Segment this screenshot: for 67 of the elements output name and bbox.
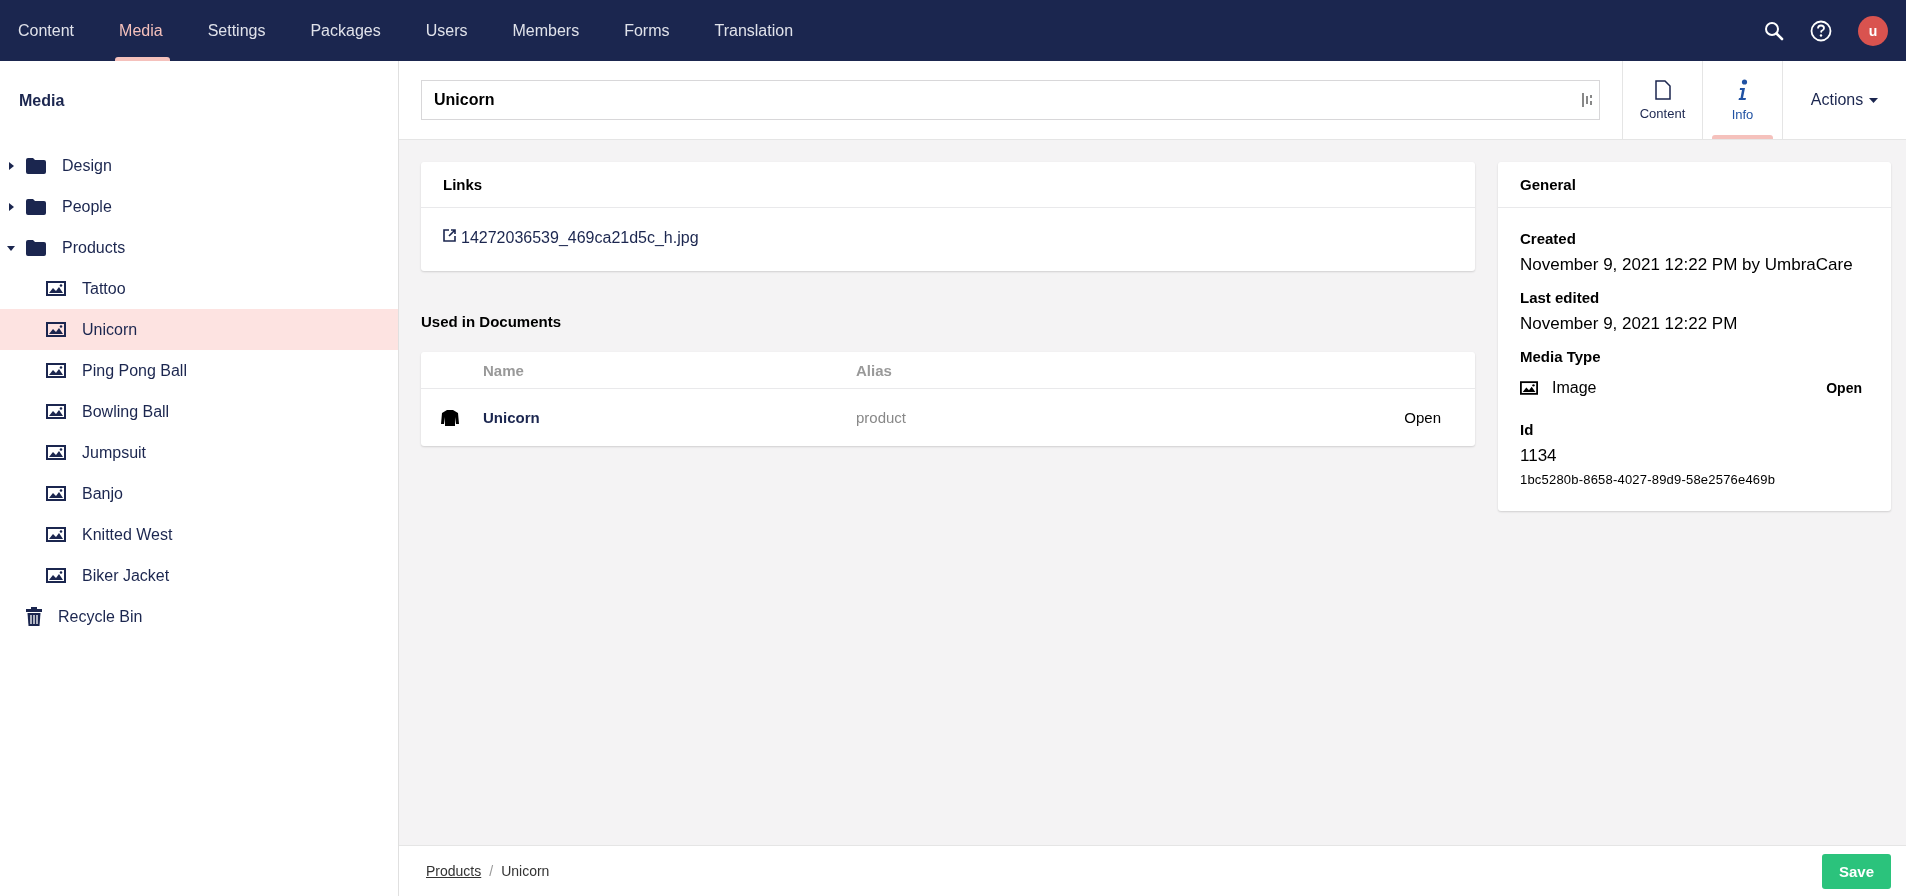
card-title: Links (421, 162, 1475, 208)
section-tab[interactable]: Members (494, 0, 605, 61)
field-label: Created (1520, 230, 1577, 247)
section-tab[interactable]: Translation (696, 0, 819, 61)
image-icon (46, 404, 66, 419)
caret-icon[interactable] (6, 160, 16, 171)
image-icon (46, 322, 66, 337)
column-header: Alias (856, 361, 893, 379)
info-icon (1737, 78, 1748, 101)
tree-item[interactable]: Products (0, 227, 398, 268)
table-cell-text: product (856, 409, 908, 426)
column-header: Name (483, 361, 525, 379)
tree-item[interactable]: Design (0, 145, 398, 186)
image-icon (46, 281, 66, 296)
folder-icon (26, 239, 46, 256)
breadcrumb-current: Unicorn (501, 863, 550, 879)
tree-item[interactable]: People (0, 186, 398, 227)
image-icon (46, 527, 66, 542)
field-value: Image (1552, 379, 1597, 397)
caret-icon[interactable] (6, 201, 16, 212)
section-tab[interactable]: Content (0, 0, 100, 61)
file-link[interactable]: 14272036539_469ca21d5c_h.jpg (443, 229, 699, 247)
tree-item[interactable]: Recycle Bin (0, 596, 398, 637)
external-link-icon (443, 229, 456, 242)
image-icon (46, 568, 66, 583)
caret-icon (1869, 97, 1879, 103)
field-value: November 9, 2021 12:22 PM by UmbraCare (1520, 255, 1854, 275)
tree-item[interactable]: Biker Jacket (0, 555, 398, 596)
shirt-icon (441, 409, 459, 426)
trash-icon (26, 607, 42, 626)
section-title: Used in Documents (421, 312, 563, 332)
open-link[interactable]: Open (1826, 380, 1862, 396)
field-label: Media Type (1520, 348, 1602, 365)
image-icon (46, 445, 66, 460)
document-icon (1654, 79, 1671, 100)
open-link[interactable]: Open (1404, 408, 1441, 426)
image-icon (46, 486, 66, 501)
tree-item[interactable]: Jumpsuit (0, 432, 398, 473)
name-field[interactable]: Unicorn (421, 80, 1600, 120)
document-link[interactable]: Unicorn (483, 408, 540, 426)
tree-item[interactable]: Bowling Ball (0, 391, 398, 432)
tree-item[interactable]: Unicorn (0, 309, 398, 350)
card-title: General (1498, 162, 1891, 208)
section-tab[interactable]: Settings (189, 0, 291, 61)
field-value: 1134 (1520, 446, 1558, 466)
section-tab[interactable]: Forms (606, 0, 695, 61)
image-icon (1520, 381, 1538, 395)
user-avatar[interactable]: u (1858, 15, 1888, 46)
tree-item[interactable]: Knitted West (0, 514, 398, 555)
field-value: November 9, 2021 12:22 PM (1520, 314, 1739, 334)
breadcrumb-separator: / (489, 863, 494, 879)
folder-icon (26, 198, 46, 215)
field-label: Last edited (1520, 289, 1601, 306)
section-tab[interactable]: Media (101, 0, 188, 61)
tree-item[interactable]: Tattoo (0, 268, 398, 309)
search-icon[interactable] (1764, 20, 1784, 41)
image-icon (46, 363, 66, 378)
breadcrumb-link[interactable]: Products (426, 863, 482, 879)
section-tab[interactable]: Users (407, 0, 493, 61)
folder-icon (26, 157, 46, 174)
help-icon[interactable] (1810, 19, 1832, 42)
tree-item[interactable]: Banjo (0, 473, 398, 514)
tree-item[interactable]: Ping Pong Ball (0, 350, 398, 391)
sidebar-title: Media (18, 90, 66, 111)
field-label: Id (1520, 421, 1535, 438)
key-value: 1bc5280b-8658-4027-89d9-58e2576e469b (1520, 472, 1777, 487)
section-tab[interactable]: Packages (292, 0, 406, 61)
